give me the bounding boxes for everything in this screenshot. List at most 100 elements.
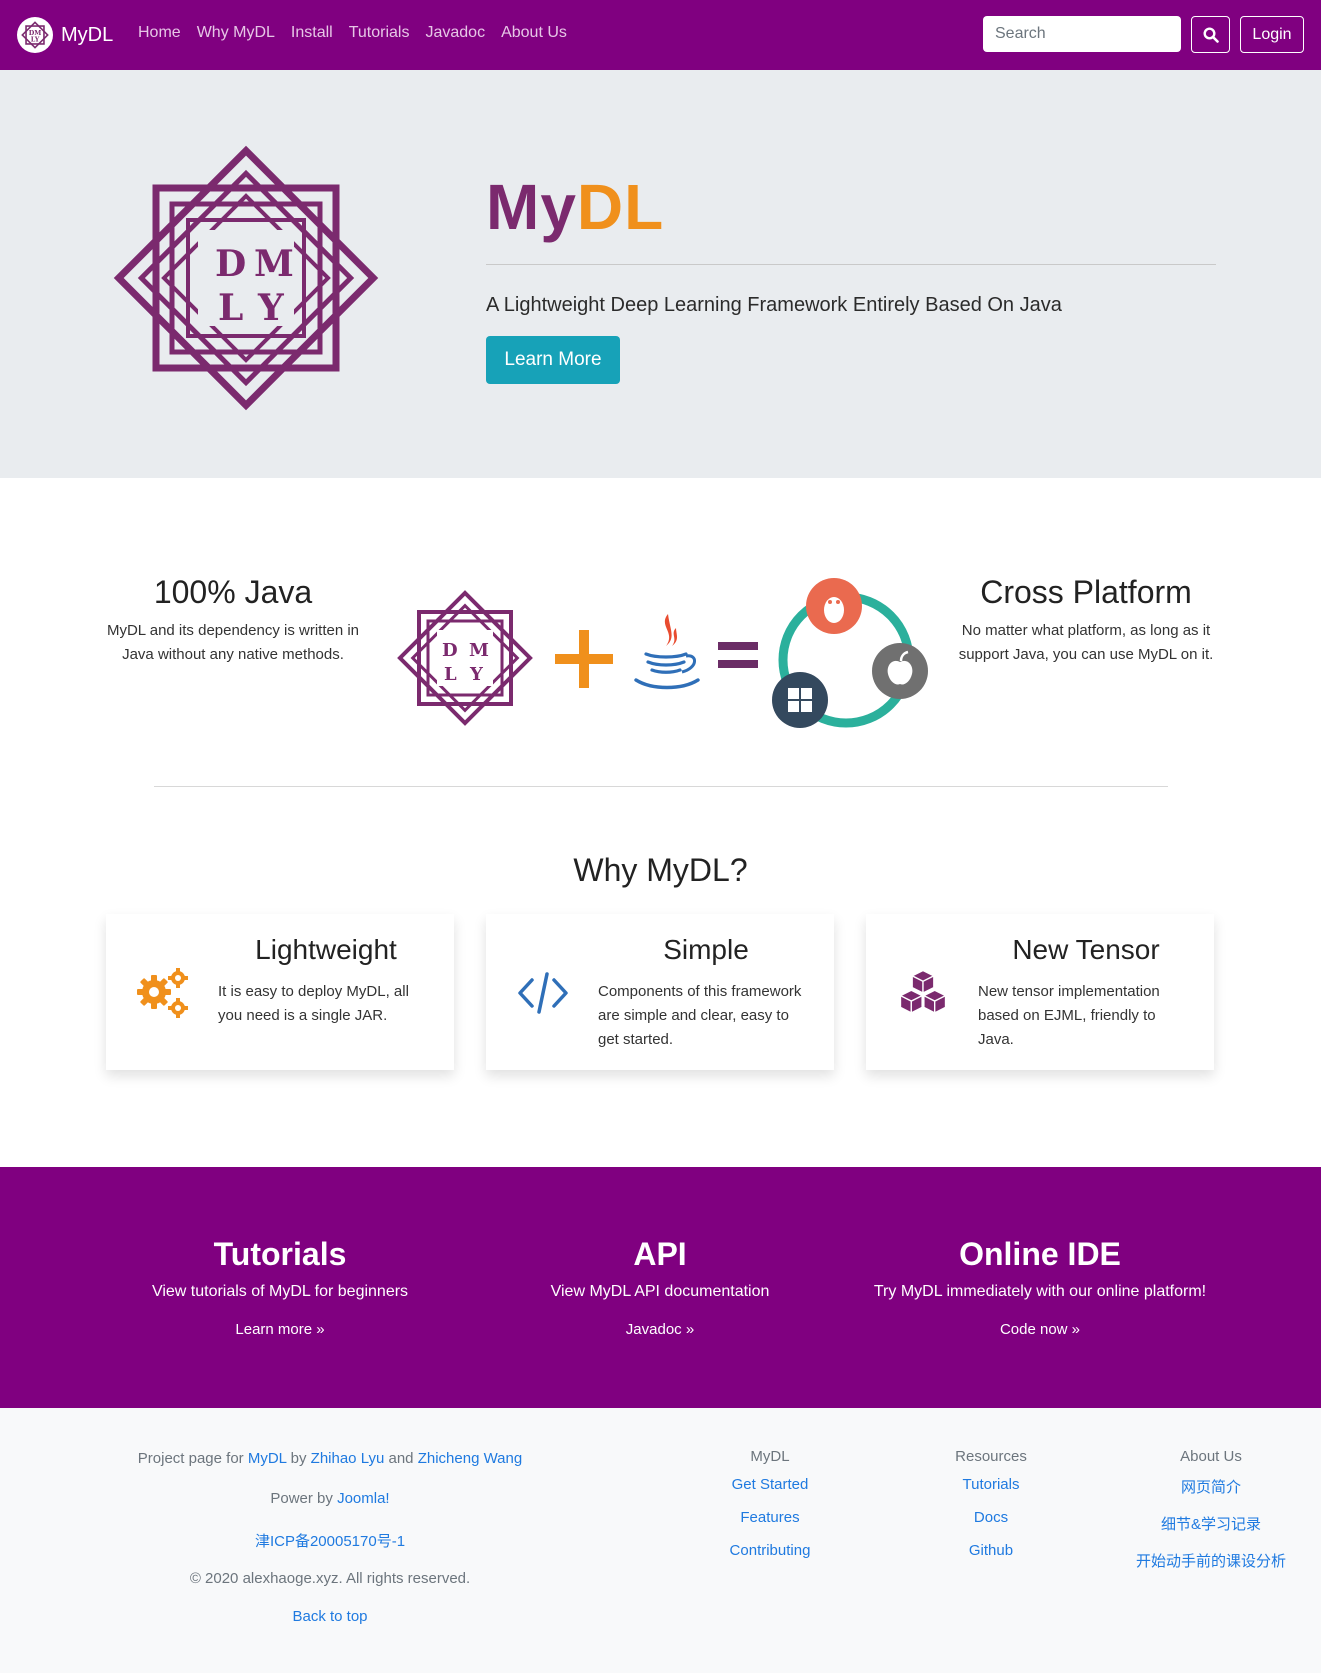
footer-mydl-link[interactable]: MyDL [248,1450,287,1467]
band-api-text: View MyDL API documentation [550,1283,770,1300]
logo-letter-m: M [254,243,294,285]
login-button[interactable]: Login [1240,16,1304,53]
band-online-ide-title: Online IDE [959,1236,1121,1272]
card-new-tensor: New Tensor New tensor implementation bas… [866,914,1214,1070]
nav-home[interactable]: Home [138,24,181,42]
section-divider [154,786,1168,787]
footer-power-line: Power by Joomla! [0,1490,660,1507]
card-new-tensor-title: New Tensor [1012,934,1160,965]
hero-divider [486,264,1216,265]
footer-project-prefix: Project page for [137,1450,244,1467]
brand-name: MyDL [61,23,114,46]
hero-subtitle: A Lightweight Deep Learning Framework En… [486,294,1062,316]
hero-jumbotron: D M L Y MyDL A Lightweight Deep Learning… [0,70,1321,478]
plus-icon [555,630,613,688]
code-icon [518,972,568,1014]
logo-letter-y: Y [257,287,285,329]
footer-col-resources-heading: Resources [955,1448,1027,1465]
footer-joomla-link[interactable]: Joomla! [337,1490,390,1507]
hero-title-my: My [486,171,577,243]
resources-band: Tutorials View tutorials of MyDL for beg… [0,1167,1321,1408]
nav-tutorials[interactable]: Tutorials [349,24,410,42]
footer-power-prefix: Power by [270,1490,333,1507]
card-simple-title: Simple [663,934,749,965]
nav-install[interactable]: Install [291,24,333,42]
band-api: API View MyDL API documentation Javadoc … [510,1236,810,1339]
mydl-logo-icon: D M L Y [113,145,379,411]
card-simple: Simple Components of this framework are … [486,914,834,1070]
nav-menu: Home Why MyDL Install Tutorials Javadoc … [130,24,575,42]
footer-project-line: Project page for MyDL by Zhihao Lyu and … [0,1450,660,1467]
search-input[interactable] [983,16,1181,52]
footer-get-started-link[interactable]: Get Started [670,1476,870,1493]
learn-more-button[interactable]: Learn More [486,336,620,384]
svg-text:LY: LY [31,35,40,43]
footer-contributing-link[interactable]: Contributing [670,1542,870,1559]
card-lightweight-text: It is easy to deploy MyDL, all you need … [218,983,409,1024]
footer-back-line: Back to top [0,1608,660,1625]
band-tutorials-title: Tutorials [213,1236,347,1272]
equals-icon [718,642,758,668]
logo-letter-d: D [215,243,246,285]
band-api-title: API [633,1236,687,1272]
brand-logo-icon: DM LY [17,17,53,53]
footer-github-link[interactable]: Github [891,1542,1091,1559]
search-button[interactable] [1191,16,1230,53]
footer-tutorials-link[interactable]: Tutorials [891,1476,1091,1493]
band-api-link[interactable]: Javadoc » [626,1321,694,1338]
back-to-top-link[interactable]: Back to top [292,1608,367,1625]
feature-cross-platform: Cross Platform No matter what platform, … [955,574,1217,667]
platforms-icon [772,578,928,728]
feature-java-text: MyDL and its dependency is written in Ja… [106,622,360,663]
feature-java: 100% Java MyDL and its dependency is wri… [100,574,366,667]
band-tutorials-link[interactable]: Learn more » [235,1321,324,1338]
footer-col-resources: Resources Tutorials Docs Github [891,1448,1091,1575]
band-online-ide-text: Try MyDL immediately with our online pla… [873,1283,1207,1300]
band-online-ide: Online IDE Try MyDL immediately with our… [860,1236,1220,1339]
footer-author2-link[interactable]: Zhicheng Wang [418,1450,523,1467]
card-simple-text: Components of this framework are simple … [598,983,802,1048]
footer-col-mydl-heading: MyDL [750,1448,790,1465]
brand-link[interactable]: DM LY MyDL [17,15,113,55]
footer-col-mydl: MyDL Get Started Features Contributing [670,1448,870,1575]
nav-why-mydl[interactable]: Why MyDL [197,24,275,42]
footer-docs-link[interactable]: Docs [891,1509,1091,1526]
footer-notes-link[interactable]: 细节&学习记录 [1111,1513,1311,1534]
footer-icp-line: 津ICP备20005170号-1 [0,1530,660,1551]
mydl-small-logo-icon: D M L Y [397,590,533,726]
footer-author1-link[interactable]: Zhihao Lyu [311,1450,385,1467]
feature-java-title: 100% Java [153,574,313,610]
feature-cross-platform-title: Cross Platform [980,574,1192,610]
card-lightweight: Lightweight It is easy to deploy MyDL, a… [106,914,454,1070]
logo-letter-l: L [218,287,243,329]
hero-title-dl: DL [576,171,665,243]
search-icon [1202,26,1219,43]
card-lightweight-title: Lightweight [255,934,397,965]
footer-icp-link[interactable]: 津ICP备20005170号-1 [255,1533,405,1550]
footer-analysis-link[interactable]: 开始动手前的课设分析 [1111,1550,1311,1571]
page-footer: Project page for MyDL by Zhihao Lyu and … [0,1408,1321,1673]
footer-and: and [388,1450,414,1467]
band-tutorials-text: View tutorials of MyDL for beginners [151,1283,409,1300]
band-online-ide-link[interactable]: Code now » [1000,1321,1080,1338]
small-logo-letter-d: D [442,640,458,661]
small-logo-letter-y: Y [469,664,484,685]
card-new-tensor-text: New tensor implementation based on EJML,… [978,983,1160,1048]
footer-intro-link[interactable]: 网页简介 [1111,1476,1311,1497]
footer-copyright: © 2020 alexhaoge.xyz. All rights reserve… [189,1570,471,1587]
band-tutorials: Tutorials View tutorials of MyDL for beg… [130,1236,430,1339]
cubes-icon [898,969,948,1014]
gears-icon [137,968,188,1018]
feature-cross-platform-text: No matter what platform, as long as it s… [958,622,1214,663]
hero-title: MyDL [486,170,664,244]
java-logo-icon [634,614,700,690]
footer-features-link[interactable]: Features [670,1509,870,1526]
nav-about-us[interactable]: About Us [501,24,567,42]
small-logo-letter-l: L [444,664,457,685]
why-mydl-heading: Why MyDL? [573,852,748,888]
footer-col-about: About Us 网页简介 细节&学习记录 开始动手前的课设分析 [1111,1448,1311,1587]
windows-icon [772,672,828,728]
nav-javadoc[interactable]: Javadoc [425,24,485,42]
footer-col-about-heading: About Us [1180,1448,1242,1465]
small-logo-letter-m: M [469,640,489,661]
